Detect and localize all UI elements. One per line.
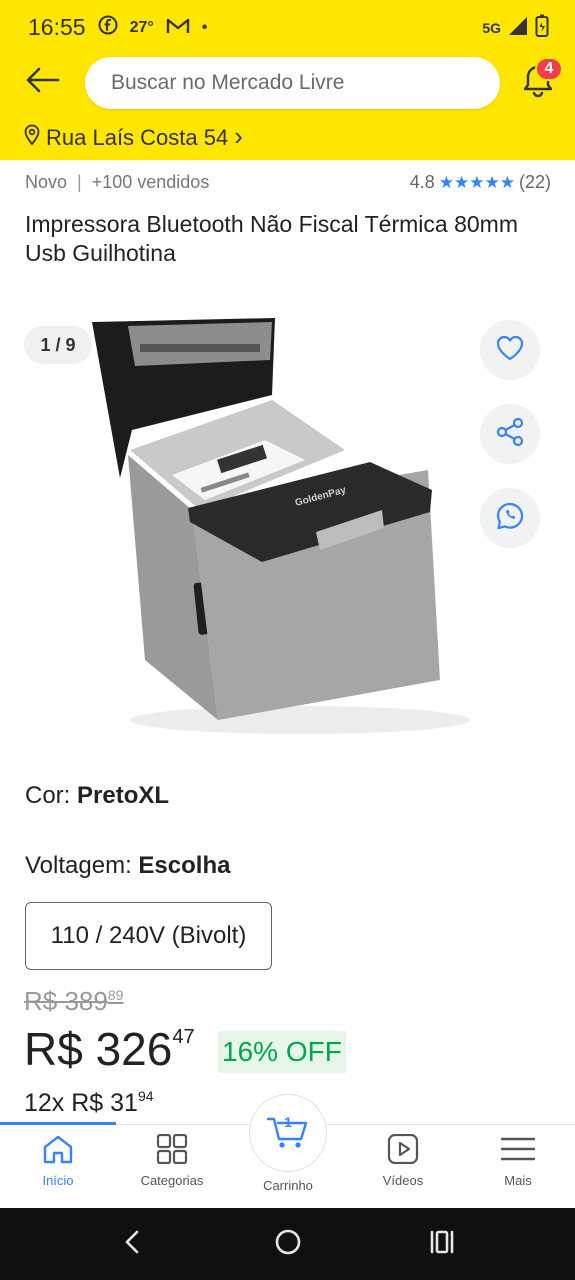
original-price-cents: 89 bbox=[107, 987, 124, 1003]
facebook-icon bbox=[98, 15, 118, 41]
video-icon bbox=[387, 1133, 419, 1167]
signal-icon bbox=[507, 16, 529, 39]
location-pin-icon bbox=[24, 124, 40, 152]
nav-active-indicator bbox=[0, 1122, 116, 1125]
review-count: (22) bbox=[518, 172, 551, 192]
notification-badge: 4 bbox=[535, 57, 563, 81]
nav-label-mais: Mais bbox=[504, 1173, 532, 1188]
bell-icon bbox=[520, 65, 556, 104]
share-button[interactable] bbox=[480, 404, 540, 464]
menu-icon bbox=[500, 1134, 536, 1167]
voltage-label: Voltagem: bbox=[25, 852, 139, 879]
nav-label-carrinho: Carrinho bbox=[263, 1178, 313, 1193]
address-selector[interactable]: Rua Laís Costa 54 › bbox=[24, 121, 243, 152]
installments-cents: 94 bbox=[137, 1088, 154, 1104]
battery-icon bbox=[535, 14, 549, 41]
whatsapp-button[interactable] bbox=[480, 488, 540, 548]
product-title: Impressora Bluetooth Não Fiscal Térmica … bbox=[25, 211, 518, 266]
arrow-left-icon bbox=[24, 66, 60, 99]
address-text: Rua Laís Costa 54 bbox=[46, 125, 229, 150]
voltage-option-button[interactable]: 110 / 240V (Bivolt) bbox=[25, 902, 272, 970]
color-variation: Cor: PretoXL bbox=[25, 782, 169, 810]
chevron-right-icon: › bbox=[234, 121, 243, 151]
search-input[interactable] bbox=[111, 71, 500, 95]
status-time: 16:55 bbox=[28, 14, 86, 40]
system-home-button[interactable] bbox=[270, 1226, 306, 1262]
heart-icon bbox=[496, 335, 524, 366]
grid-icon bbox=[156, 1133, 188, 1167]
favorite-button[interactable] bbox=[480, 320, 540, 380]
condition-label: Novo bbox=[25, 172, 68, 192]
whatsapp-icon bbox=[495, 501, 525, 536]
rating-value: 4.8 bbox=[409, 172, 435, 192]
system-recents-button[interactable] bbox=[424, 1226, 460, 1262]
discount-badge: 16% OFF bbox=[218, 1031, 346, 1073]
color-value: PretoXL bbox=[77, 782, 170, 809]
chevron-left-icon bbox=[122, 1229, 142, 1260]
recents-icon bbox=[428, 1229, 456, 1260]
circle-icon bbox=[274, 1228, 302, 1261]
meta-separator: | bbox=[77, 172, 82, 192]
rating-summary[interactable]: 4.8 ★★★★★ (22) bbox=[410, 172, 551, 193]
voltage-value: Escolha bbox=[138, 852, 231, 879]
current-price-main: R$ 326 bbox=[24, 1023, 173, 1075]
original-price-main: R$ 389 bbox=[24, 986, 108, 1016]
gmail-icon bbox=[166, 15, 190, 41]
nav-item-videos[interactable]: Vídeos bbox=[353, 1133, 453, 1188]
nav-label-inicio: Início bbox=[42, 1173, 74, 1188]
status-dot: • bbox=[201, 18, 208, 36]
system-back-button[interactable] bbox=[114, 1226, 150, 1262]
nav-item-mais[interactable]: Mais bbox=[468, 1134, 568, 1188]
nav-label-categorias: Categorias bbox=[140, 1173, 204, 1188]
color-label: Cor: bbox=[25, 782, 78, 809]
network-label: 5G bbox=[482, 19, 501, 36]
cart-count: 1 bbox=[284, 1114, 292, 1130]
current-price-cents: 47 bbox=[172, 1026, 195, 1048]
original-price: R$ 38989 bbox=[24, 986, 123, 1017]
installments[interactable]: 12x R$ 3194 bbox=[24, 1088, 154, 1118]
status-bar: 16:55 27° • 5G bbox=[0, 0, 575, 56]
product-meta: Novo | +100 vendidos bbox=[25, 172, 209, 193]
nav-label-videos: Vídeos bbox=[382, 1173, 424, 1188]
image-counter: 1 / 9 bbox=[24, 326, 92, 364]
current-price: R$ 32647 bbox=[24, 1022, 195, 1076]
share-icon bbox=[495, 417, 525, 452]
voltage-variation: Voltagem: Escolha bbox=[25, 852, 230, 880]
installments-main: 12x R$ 31 bbox=[24, 1089, 138, 1117]
nav-item-categorias[interactable]: Categorias bbox=[122, 1133, 222, 1188]
cart-icon: 1 bbox=[266, 1111, 310, 1156]
back-button[interactable] bbox=[22, 62, 62, 102]
rating-stars-icon: ★★★★★ bbox=[438, 172, 515, 192]
sold-count: +100 vendidos bbox=[91, 172, 210, 192]
home-icon bbox=[42, 1134, 74, 1167]
status-temperature: 27° bbox=[129, 18, 154, 36]
nav-item-carrinho[interactable]: 1 bbox=[249, 1094, 327, 1172]
nav-item-inicio[interactable]: Início bbox=[8, 1134, 108, 1188]
search-bar[interactable] bbox=[85, 57, 500, 109]
